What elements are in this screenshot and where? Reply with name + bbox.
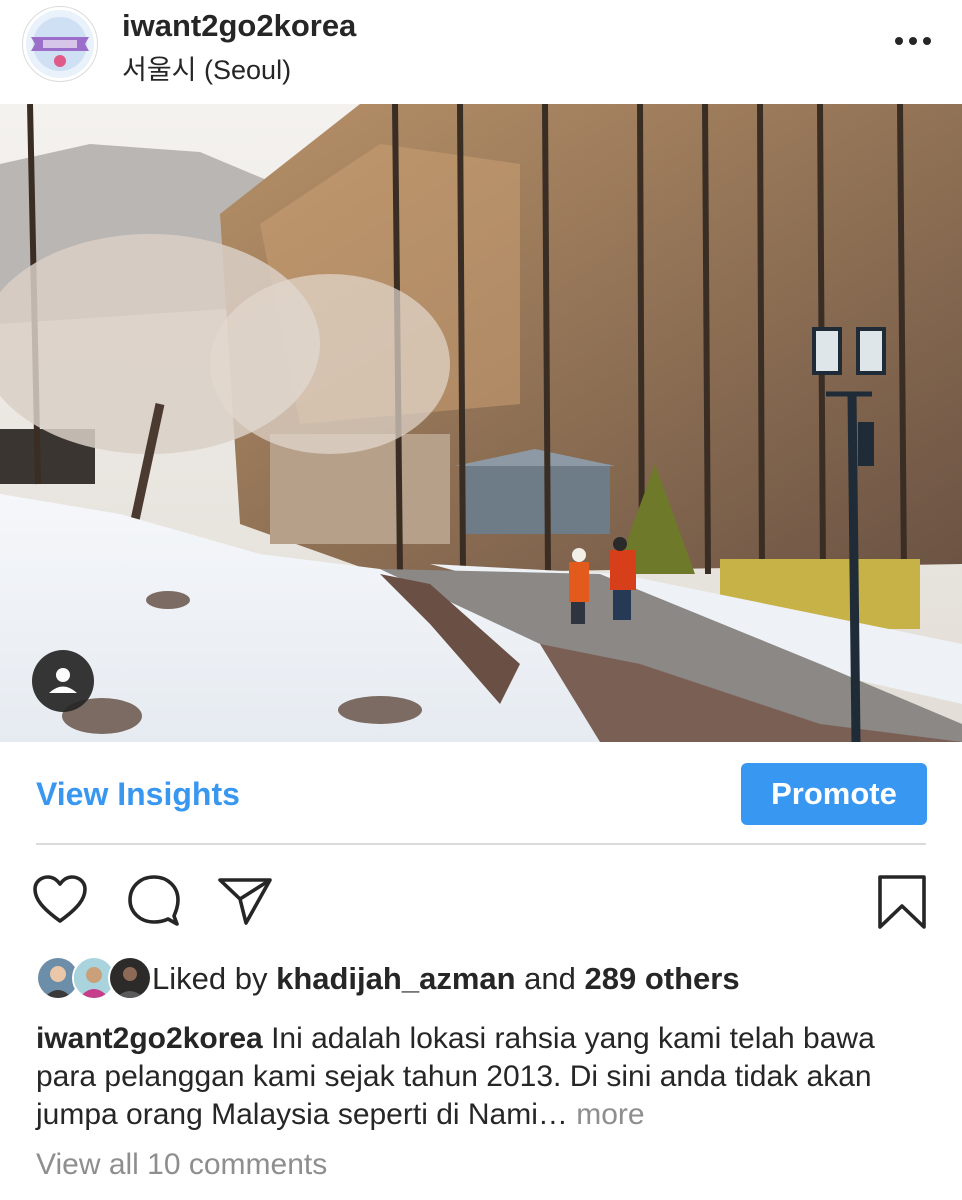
likes-row: Liked by khadijah_azman and 289 others (36, 956, 936, 1004)
divider (36, 843, 926, 845)
winter-forest-scene (0, 104, 962, 742)
caption-username[interactable]: iwant2go2korea (36, 1022, 263, 1055)
view-all-comments-link[interactable]: View all 10 comments (36, 1148, 327, 1182)
first-liker-username[interactable]: khadijah_azman (276, 961, 515, 996)
caption-more-link[interactable]: more (568, 1098, 644, 1131)
post-caption: iwant2go2korea Ini adalah lokasi rahsia … (36, 1020, 916, 1134)
brand-logo-icon (26, 10, 94, 78)
insights-row: View Insights Promote (0, 742, 962, 844)
more-horizontal-icon[interactable] (888, 26, 938, 56)
comment-icon[interactable] (126, 874, 182, 931)
post-header: iwant2go2korea 서울시 (Seoul) (0, 0, 962, 104)
liker-avatar[interactable] (108, 956, 152, 1000)
view-insights-link[interactable]: View Insights (36, 776, 240, 813)
heart-icon[interactable] (32, 874, 88, 931)
likes-and: and (515, 961, 585, 996)
likes-others-link[interactable]: 289 others (585, 961, 740, 996)
post-photo[interactable] (0, 104, 962, 742)
likes-summary: Liked by khadijah_azman and 289 others (152, 961, 740, 997)
bookmark-icon[interactable] (876, 874, 928, 935)
profile-avatar[interactable] (22, 6, 98, 82)
likes-prefix: Liked by (152, 961, 277, 996)
action-bar (0, 860, 962, 950)
post-location[interactable]: 서울시 (Seoul) (122, 48, 291, 87)
user-tag-icon[interactable] (32, 650, 94, 712)
post-username[interactable]: iwant2go2korea (122, 8, 356, 44)
promote-button[interactable]: Promote (741, 763, 927, 825)
share-icon[interactable] (216, 874, 274, 931)
